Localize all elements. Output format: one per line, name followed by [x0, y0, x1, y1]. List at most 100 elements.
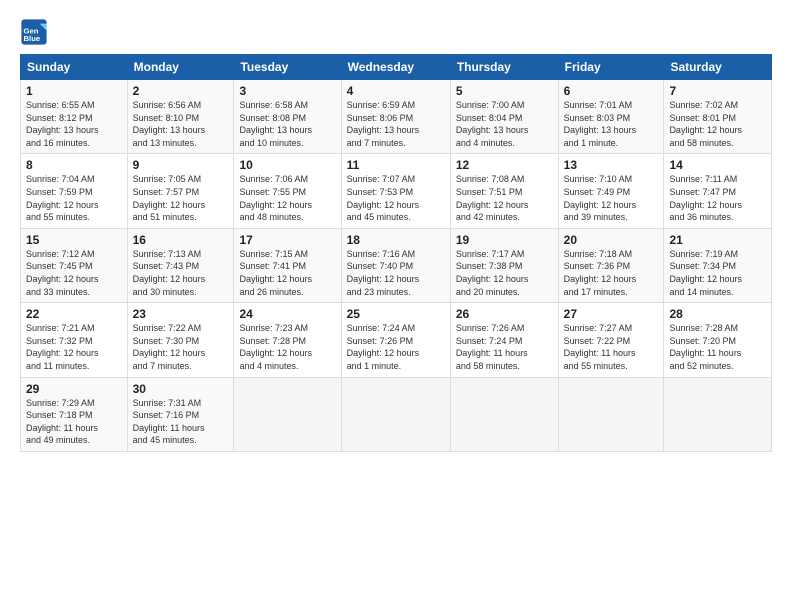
weekday-saturday: Saturday [664, 55, 772, 80]
day-cell [341, 377, 450, 451]
day-info: Sunrise: 7:26 AM Sunset: 7:24 PM Dayligh… [456, 322, 553, 372]
day-number: 30 [133, 382, 229, 396]
day-info: Sunrise: 7:18 AM Sunset: 7:36 PM Dayligh… [564, 248, 659, 298]
week-row-1: 1Sunrise: 6:55 AM Sunset: 8:12 PM Daylig… [21, 80, 772, 154]
day-cell: 27Sunrise: 7:27 AM Sunset: 7:22 PM Dayli… [558, 303, 664, 377]
weekday-tuesday: Tuesday [234, 55, 341, 80]
day-info: Sunrise: 7:22 AM Sunset: 7:30 PM Dayligh… [133, 322, 229, 372]
day-info: Sunrise: 6:58 AM Sunset: 8:08 PM Dayligh… [239, 99, 335, 149]
day-number: 22 [26, 307, 122, 321]
svg-text:Blue: Blue [24, 34, 41, 43]
logo: Gen Blue [20, 18, 50, 46]
day-info: Sunrise: 7:24 AM Sunset: 7:26 PM Dayligh… [347, 322, 445, 372]
day-number: 4 [347, 84, 445, 98]
day-number: 6 [564, 84, 659, 98]
day-info: Sunrise: 6:59 AM Sunset: 8:06 PM Dayligh… [347, 99, 445, 149]
day-cell: 8Sunrise: 7:04 AM Sunset: 7:59 PM Daylig… [21, 154, 128, 228]
day-info: Sunrise: 7:06 AM Sunset: 7:55 PM Dayligh… [239, 173, 335, 223]
day-info: Sunrise: 7:29 AM Sunset: 7:18 PM Dayligh… [26, 397, 122, 447]
day-number: 3 [239, 84, 335, 98]
weekday-monday: Monday [127, 55, 234, 80]
day-number: 23 [133, 307, 229, 321]
day-number: 24 [239, 307, 335, 321]
day-number: 5 [456, 84, 553, 98]
day-info: Sunrise: 6:56 AM Sunset: 8:10 PM Dayligh… [133, 99, 229, 149]
day-cell: 1Sunrise: 6:55 AM Sunset: 8:12 PM Daylig… [21, 80, 128, 154]
day-cell [664, 377, 772, 451]
day-number: 15 [26, 233, 122, 247]
day-number: 27 [564, 307, 659, 321]
day-number: 9 [133, 158, 229, 172]
weekday-friday: Friday [558, 55, 664, 80]
day-cell: 21Sunrise: 7:19 AM Sunset: 7:34 PM Dayli… [664, 228, 772, 302]
day-number: 21 [669, 233, 766, 247]
day-cell: 18Sunrise: 7:16 AM Sunset: 7:40 PM Dayli… [341, 228, 450, 302]
week-row-4: 22Sunrise: 7:21 AM Sunset: 7:32 PM Dayli… [21, 303, 772, 377]
day-number: 12 [456, 158, 553, 172]
day-cell: 7Sunrise: 7:02 AM Sunset: 8:01 PM Daylig… [664, 80, 772, 154]
weekday-thursday: Thursday [450, 55, 558, 80]
day-number: 25 [347, 307, 445, 321]
day-number: 16 [133, 233, 229, 247]
week-row-5: 29Sunrise: 7:29 AM Sunset: 7:18 PM Dayli… [21, 377, 772, 451]
day-cell: 13Sunrise: 7:10 AM Sunset: 7:49 PM Dayli… [558, 154, 664, 228]
day-number: 20 [564, 233, 659, 247]
day-info: Sunrise: 7:23 AM Sunset: 7:28 PM Dayligh… [239, 322, 335, 372]
day-cell: 25Sunrise: 7:24 AM Sunset: 7:26 PM Dayli… [341, 303, 450, 377]
day-cell: 16Sunrise: 7:13 AM Sunset: 7:43 PM Dayli… [127, 228, 234, 302]
header: Gen Blue [20, 18, 772, 46]
day-info: Sunrise: 7:31 AM Sunset: 7:16 PM Dayligh… [133, 397, 229, 447]
weekday-sunday: Sunday [21, 55, 128, 80]
day-cell: 30Sunrise: 7:31 AM Sunset: 7:16 PM Dayli… [127, 377, 234, 451]
day-cell: 26Sunrise: 7:26 AM Sunset: 7:24 PM Dayli… [450, 303, 558, 377]
day-cell: 15Sunrise: 7:12 AM Sunset: 7:45 PM Dayli… [21, 228, 128, 302]
day-number: 29 [26, 382, 122, 396]
day-info: Sunrise: 7:08 AM Sunset: 7:51 PM Dayligh… [456, 173, 553, 223]
day-info: Sunrise: 7:16 AM Sunset: 7:40 PM Dayligh… [347, 248, 445, 298]
day-cell: 3Sunrise: 6:58 AM Sunset: 8:08 PM Daylig… [234, 80, 341, 154]
day-info: Sunrise: 7:15 AM Sunset: 7:41 PM Dayligh… [239, 248, 335, 298]
day-number: 26 [456, 307, 553, 321]
day-number: 19 [456, 233, 553, 247]
day-cell: 5Sunrise: 7:00 AM Sunset: 8:04 PM Daylig… [450, 80, 558, 154]
day-cell: 4Sunrise: 6:59 AM Sunset: 8:06 PM Daylig… [341, 80, 450, 154]
day-cell: 6Sunrise: 7:01 AM Sunset: 8:03 PM Daylig… [558, 80, 664, 154]
day-cell: 14Sunrise: 7:11 AM Sunset: 7:47 PM Dayli… [664, 154, 772, 228]
day-number: 18 [347, 233, 445, 247]
day-info: Sunrise: 7:12 AM Sunset: 7:45 PM Dayligh… [26, 248, 122, 298]
day-info: Sunrise: 7:17 AM Sunset: 7:38 PM Dayligh… [456, 248, 553, 298]
day-cell [558, 377, 664, 451]
day-cell [234, 377, 341, 451]
day-number: 10 [239, 158, 335, 172]
day-info: Sunrise: 7:00 AM Sunset: 8:04 PM Dayligh… [456, 99, 553, 149]
day-cell: 19Sunrise: 7:17 AM Sunset: 7:38 PM Dayli… [450, 228, 558, 302]
weekday-wednesday: Wednesday [341, 55, 450, 80]
day-number: 28 [669, 307, 766, 321]
day-cell: 2Sunrise: 6:56 AM Sunset: 8:10 PM Daylig… [127, 80, 234, 154]
day-number: 17 [239, 233, 335, 247]
page: Gen Blue SundayMondayTuesdayWednesdayThu… [0, 0, 792, 612]
day-cell: 24Sunrise: 7:23 AM Sunset: 7:28 PM Dayli… [234, 303, 341, 377]
day-info: Sunrise: 7:02 AM Sunset: 8:01 PM Dayligh… [669, 99, 766, 149]
day-number: 1 [26, 84, 122, 98]
day-info: Sunrise: 7:05 AM Sunset: 7:57 PM Dayligh… [133, 173, 229, 223]
day-info: Sunrise: 7:01 AM Sunset: 8:03 PM Dayligh… [564, 99, 659, 149]
logo-icon: Gen Blue [20, 18, 48, 46]
day-info: Sunrise: 7:10 AM Sunset: 7:49 PM Dayligh… [564, 173, 659, 223]
day-cell: 11Sunrise: 7:07 AM Sunset: 7:53 PM Dayli… [341, 154, 450, 228]
weekday-header-row: SundayMondayTuesdayWednesdayThursdayFrid… [21, 55, 772, 80]
day-number: 7 [669, 84, 766, 98]
day-info: Sunrise: 7:04 AM Sunset: 7:59 PM Dayligh… [26, 173, 122, 223]
day-info: Sunrise: 7:07 AM Sunset: 7:53 PM Dayligh… [347, 173, 445, 223]
day-cell: 22Sunrise: 7:21 AM Sunset: 7:32 PM Dayli… [21, 303, 128, 377]
day-number: 14 [669, 158, 766, 172]
day-cell: 17Sunrise: 7:15 AM Sunset: 7:41 PM Dayli… [234, 228, 341, 302]
day-number: 8 [26, 158, 122, 172]
day-cell: 9Sunrise: 7:05 AM Sunset: 7:57 PM Daylig… [127, 154, 234, 228]
day-cell: 12Sunrise: 7:08 AM Sunset: 7:51 PM Dayli… [450, 154, 558, 228]
day-info: Sunrise: 6:55 AM Sunset: 8:12 PM Dayligh… [26, 99, 122, 149]
week-row-2: 8Sunrise: 7:04 AM Sunset: 7:59 PM Daylig… [21, 154, 772, 228]
day-number: 2 [133, 84, 229, 98]
day-number: 11 [347, 158, 445, 172]
day-info: Sunrise: 7:11 AM Sunset: 7:47 PM Dayligh… [669, 173, 766, 223]
